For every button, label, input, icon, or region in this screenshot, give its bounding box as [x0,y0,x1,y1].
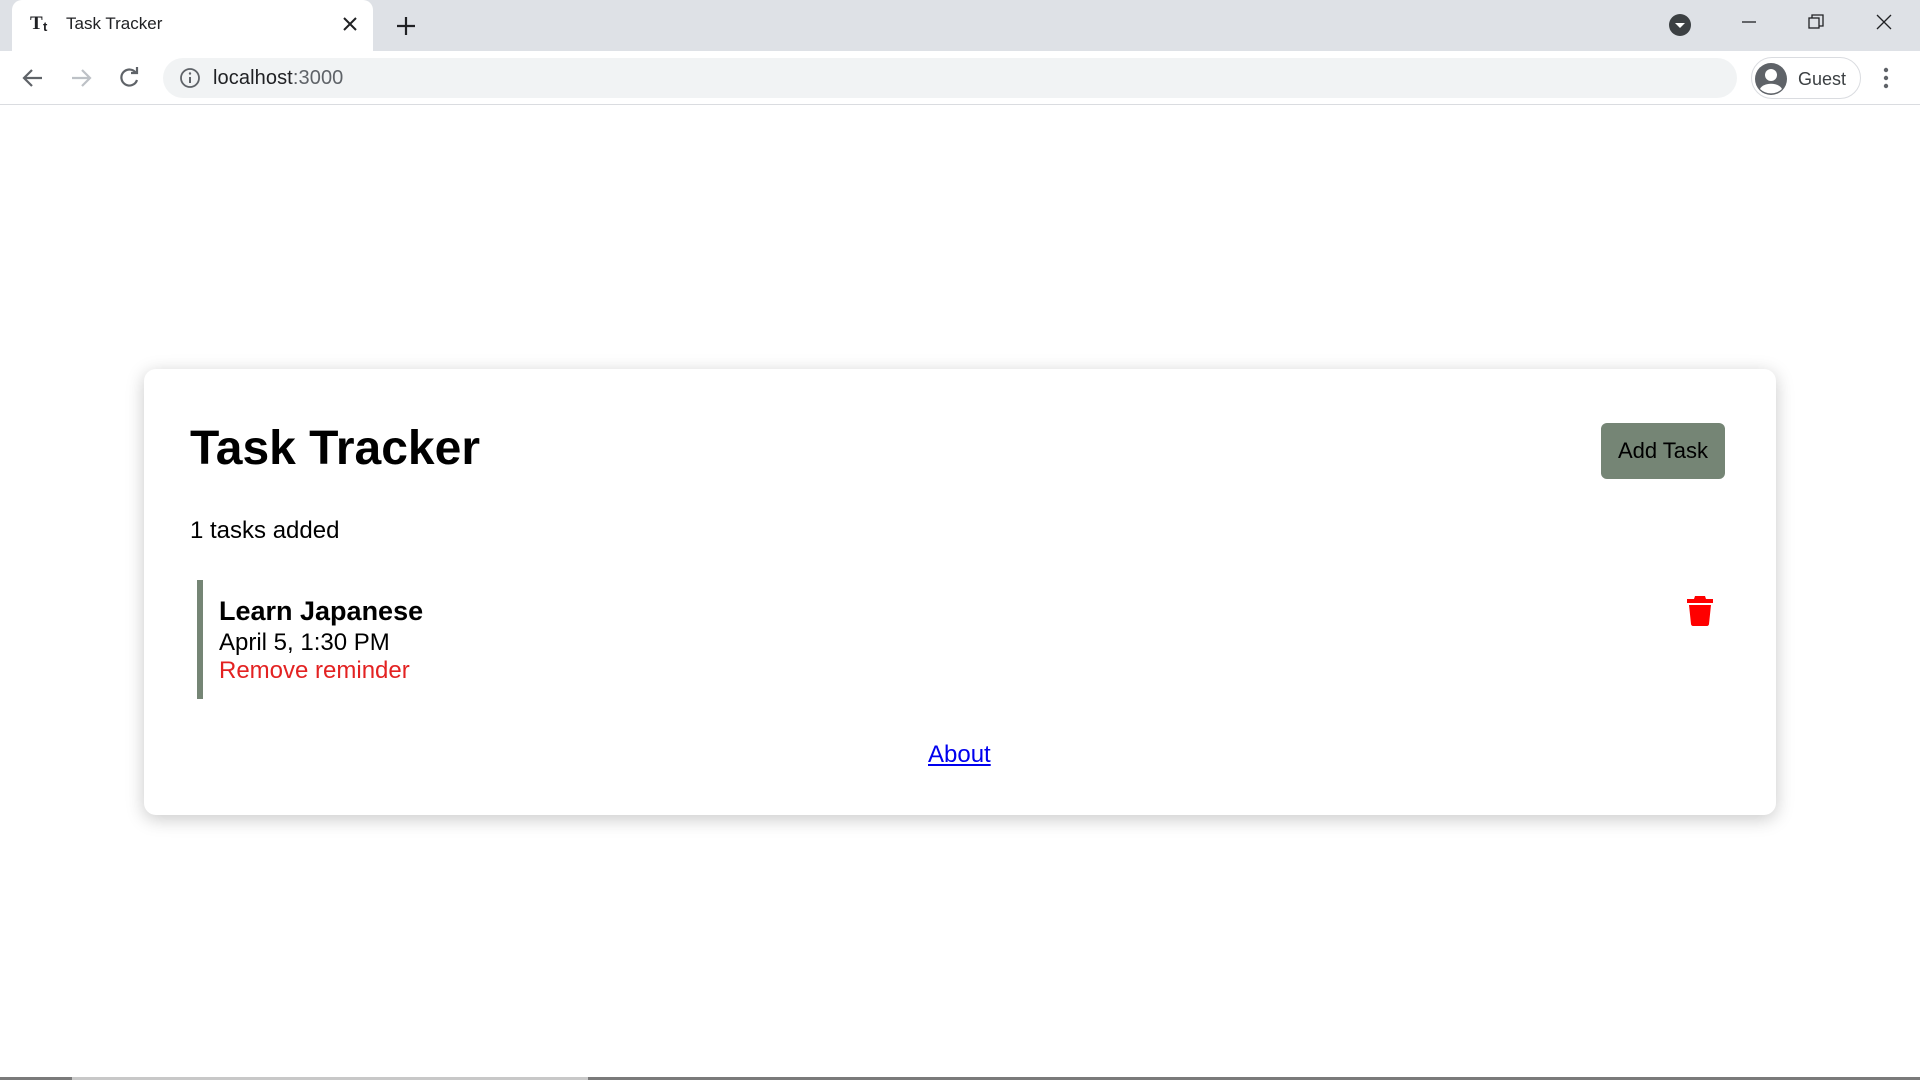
task-item[interactable]: Learn Japanese April 5, 1:30 PM Remove r… [197,580,1727,699]
remove-reminder-link[interactable]: Remove reminder [219,657,410,685]
address-bar[interactable]: localhost:3000 [163,58,1737,98]
task-count: 1 tasks added [190,517,340,544]
new-tab-icon[interactable] [390,12,422,40]
svg-text:T: T [30,13,43,34]
minimize-icon[interactable] [1716,0,1782,44]
browser-toolbar: localhost:3000 Guest [0,51,1920,105]
task-datetime: April 5, 1:30 PM [219,629,390,656]
back-arrow-icon[interactable] [18,63,48,93]
task-tracker-container: Task Tracker Add Task 1 tasks added Lear… [144,369,1776,815]
window-close-icon[interactable] [1851,0,1917,44]
site-info-icon[interactable] [179,67,201,89]
avatar-icon [1755,63,1787,95]
profile-button[interactable]: Guest [1751,57,1861,99]
restore-icon[interactable] [1783,0,1849,44]
more-menu-icon[interactable] [1876,64,1896,92]
forward-arrow-icon[interactable] [66,63,96,93]
svg-text:t: t [43,19,48,34]
url-port: :3000 [292,67,344,89]
task-tracker-favicon-icon: T t [30,13,48,34]
page-title: Task Tracker [190,422,480,475]
url-text: localhost:3000 [213,67,343,90]
profile-label: Guest [1798,69,1847,89]
add-task-button[interactable]: Add Task [1601,423,1725,479]
browser-tab[interactable]: T t Task Tracker [12,0,373,51]
tab-search-icon[interactable] [1668,13,1692,37]
tab-strip: T t Task Tracker [0,0,1920,51]
tab-title: Task Tracker [66,14,163,33]
about-link[interactable]: About [928,741,991,769]
tab-close-icon[interactable] [338,12,362,36]
reload-icon[interactable] [114,63,144,93]
trash-icon[interactable] [1685,594,1715,626]
task-title: Learn Japanese [219,596,424,626]
url-host: localhost [213,67,293,89]
